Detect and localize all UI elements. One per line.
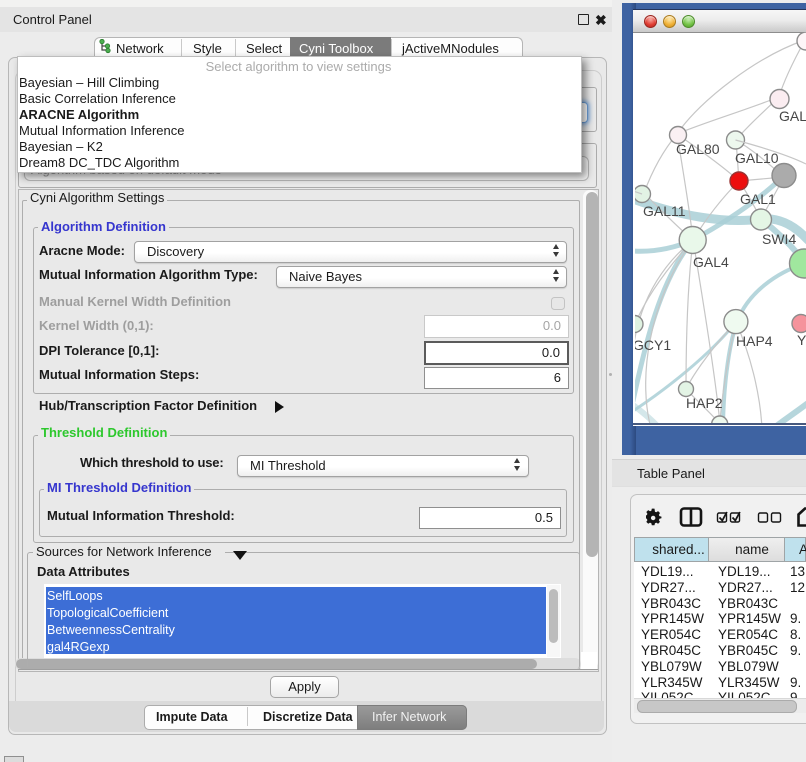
svg-text:HAP2: HAP2 — [686, 395, 723, 411]
svg-text:GAL10: GAL10 — [735, 150, 779, 166]
svg-text:HAP4: HAP4 — [736, 333, 773, 349]
svg-text:GAL1: GAL1 — [740, 191, 776, 207]
svg-text:YEL0: YEL0 — [797, 332, 806, 348]
svg-text:GAL11: GAL11 — [643, 203, 686, 219]
svg-text:GAL80: GAL80 — [676, 141, 720, 157]
svg-text:SWI4: SWI4 — [762, 231, 796, 247]
svg-text:GAL7: GAL7 — [779, 108, 806, 124]
svg-text:GAL4: GAL4 — [693, 254, 729, 270]
svg-text:GCY1: GCY1 — [635, 337, 671, 353]
